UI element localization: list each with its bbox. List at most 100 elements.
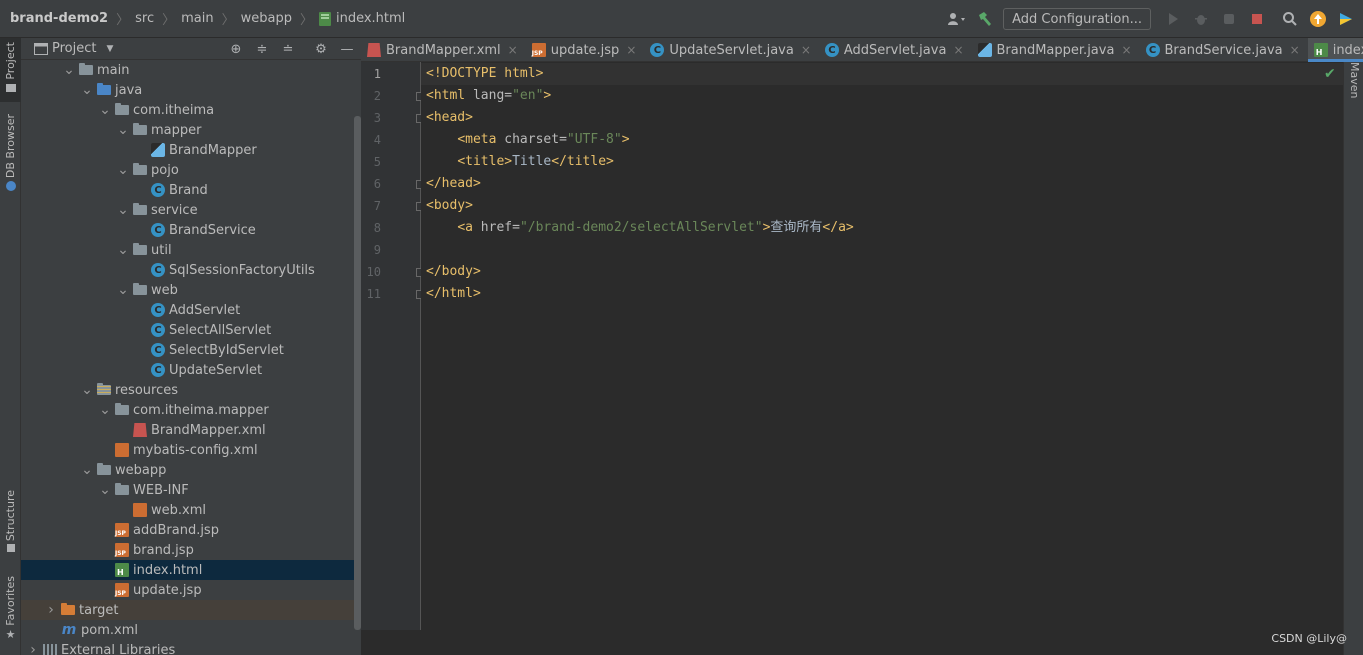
add-configuration-button[interactable]: Add Configuration... (1003, 8, 1151, 30)
tree-item[interactable]: BrandMapper.xml (21, 420, 361, 440)
tree-item[interactable]: ⌄ resources (21, 380, 361, 400)
chevron-down-icon[interactable]: ⌄ (117, 203, 129, 217)
chevron-right-icon[interactable]: › (27, 642, 39, 655)
code-line[interactable]: <body> (421, 195, 1343, 217)
gear-icon[interactable]: ⚙ (313, 41, 329, 57)
debug-icon[interactable] (1190, 8, 1212, 30)
update-icon[interactable] (1307, 8, 1329, 30)
project-scrollbar[interactable] (354, 116, 361, 630)
code-line[interactable] (421, 239, 1343, 261)
breadcrumb-main[interactable]: main (175, 0, 213, 38)
tree-item[interactable]: ⌄ com.itheima (21, 100, 361, 120)
plugin-logo-icon[interactable] (1335, 8, 1357, 30)
tree-item[interactable]: ⌄ service (21, 200, 361, 220)
tree-item[interactable]: ⌄ mapper (21, 120, 361, 140)
tree-item[interactable]: ⌄ pojo (21, 160, 361, 180)
tree-item[interactable]: C UpdateServlet (21, 360, 361, 380)
tree-item[interactable]: ⌄ com.itheima.mapper (21, 400, 361, 420)
tree-item[interactable]: addBrand.jsp (21, 520, 361, 540)
editor-tab[interactable]: C UpdateServlet.java × (644, 38, 819, 62)
tree-item[interactable]: ⌄ main (21, 60, 361, 80)
close-icon[interactable]: × (626, 43, 636, 57)
close-icon[interactable]: × (1290, 43, 1300, 57)
chevron-down-icon[interactable]: ▼ (106, 44, 113, 54)
breadcrumb-file[interactable]: index.html (313, 0, 405, 38)
breadcrumb-webapp[interactable]: webapp (235, 0, 292, 38)
editor-tab[interactable]: C AddServlet.java × (819, 38, 972, 62)
breadcrumb-project[interactable]: brand-demo2 (0, 0, 108, 38)
hide-panel-icon[interactable]: — (339, 41, 355, 57)
tree-item[interactable]: › target (21, 600, 361, 620)
code-line[interactable]: </html> (421, 283, 1343, 305)
tree-item[interactable]: C AddServlet (21, 300, 361, 320)
project-panel-title[interactable]: Project (52, 41, 96, 56)
close-icon[interactable]: × (953, 43, 963, 57)
tree-item[interactable]: web.xml (21, 500, 361, 520)
search-icon[interactable] (1279, 8, 1301, 30)
tree-item[interactable]: BrandMapper (21, 140, 361, 160)
chevron-down-icon[interactable]: ⌄ (117, 163, 129, 177)
expand-all-icon[interactable]: ≑ (254, 41, 270, 57)
stop-icon[interactable] (1246, 8, 1268, 30)
editor-tab[interactable]: update.jsp × (526, 38, 645, 62)
chevron-down-icon[interactable]: ⌄ (81, 383, 93, 397)
line-number: 11 (366, 287, 381, 301)
code-line[interactable]: </head> (421, 173, 1343, 195)
chevron-right-icon[interactable]: › (45, 602, 57, 618)
tree-item[interactable]: ⌄ java (21, 80, 361, 100)
tree-item[interactable]: C SqlSessionFactoryUtils (21, 260, 361, 280)
code-line[interactable]: <title>Title</title> (421, 151, 1343, 173)
chevron-down-icon[interactable]: ⌄ (63, 63, 75, 77)
tree-item[interactable]: ⌄ web (21, 280, 361, 300)
maven-tool-tab[interactable]: Maven (1348, 62, 1361, 98)
code-line[interactable]: <html lang="en"> (421, 85, 1343, 107)
chevron-down-icon[interactable]: ⌄ (117, 283, 129, 297)
user-icon[interactable] (946, 8, 968, 30)
editor-tab[interactable]: BrandMapper.xml × (361, 38, 526, 62)
tree-item[interactable]: m pom.xml (21, 620, 361, 640)
chevron-down-icon[interactable]: ⌄ (117, 243, 129, 257)
tree-item[interactable]: ⌄ webapp (21, 460, 361, 480)
close-icon[interactable]: × (508, 43, 518, 57)
tree-item[interactable]: mybatis-config.xml (21, 440, 361, 460)
tree-item[interactable]: C SelectByIdServlet (21, 340, 361, 360)
code-line[interactable]: <!DOCTYPE html> (421, 63, 1343, 85)
tree-item[interactable]: C Brand (21, 180, 361, 200)
run-icon[interactable] (1162, 8, 1184, 30)
tree-item[interactable]: › External Libraries (21, 640, 361, 655)
code-line[interactable]: <meta charset="UTF-8"> (421, 129, 1343, 151)
tree-item[interactable]: ⌄ WEB-INF (21, 480, 361, 500)
tree-item[interactable]: update.jsp (21, 580, 361, 600)
tree-item[interactable]: ⌄ util (21, 240, 361, 260)
chevron-down-icon[interactable]: ⌄ (117, 123, 129, 137)
collapse-all-icon[interactable]: ≐ (280, 41, 296, 57)
structure-tool-tab[interactable]: Structure (0, 490, 21, 562)
locate-icon[interactable]: ⊕ (228, 41, 244, 57)
code-editor[interactable]: <!DOCTYPE html> <html lang="en"> <head> <m… (421, 62, 1343, 630)
editor-tab[interactable]: index.html× (1307, 38, 1363, 62)
close-icon[interactable]: × (801, 43, 811, 57)
code-line[interactable]: <head> (421, 107, 1343, 129)
chevron-down-icon[interactable]: ⌄ (81, 463, 93, 477)
editor-tab[interactable]: BrandMapper.java × (972, 38, 1140, 62)
chevron-down-icon[interactable]: ⌄ (81, 83, 93, 97)
no-problems-check-icon[interactable]: ✔ (1324, 66, 1336, 82)
chevron-down-icon[interactable]: ⌄ (99, 403, 111, 417)
db-browser-tool-tab[interactable]: DB Browser (0, 114, 21, 204)
close-icon[interactable]: × (1121, 43, 1131, 57)
coverage-icon[interactable] (1218, 8, 1240, 30)
project-tool-tab[interactable]: Project (0, 38, 21, 102)
favorites-tool-tab[interactable]: Favorites ★ (0, 576, 21, 648)
tree-item[interactable]: brand.jsp (21, 540, 361, 560)
tree-item[interactable]: index.html (21, 560, 361, 580)
code-line[interactable]: </body> (421, 261, 1343, 283)
breadcrumb-src[interactable]: src (129, 0, 154, 38)
code-line[interactable]: <a href="/brand-demo2/selectAllServlet">… (421, 217, 1343, 239)
tree-item[interactable]: C BrandService (21, 220, 361, 240)
chevron-down-icon[interactable]: ⌄ (99, 483, 111, 497)
tree-item[interactable]: C SelectAllServlet (21, 320, 361, 340)
build-hammer-icon[interactable] (974, 8, 996, 30)
chevron-down-icon[interactable]: ⌄ (99, 103, 111, 117)
editor-tab[interactable]: C BrandService.java × (1140, 38, 1308, 62)
code-token: <!DOCTYPE html> (426, 66, 544, 81)
